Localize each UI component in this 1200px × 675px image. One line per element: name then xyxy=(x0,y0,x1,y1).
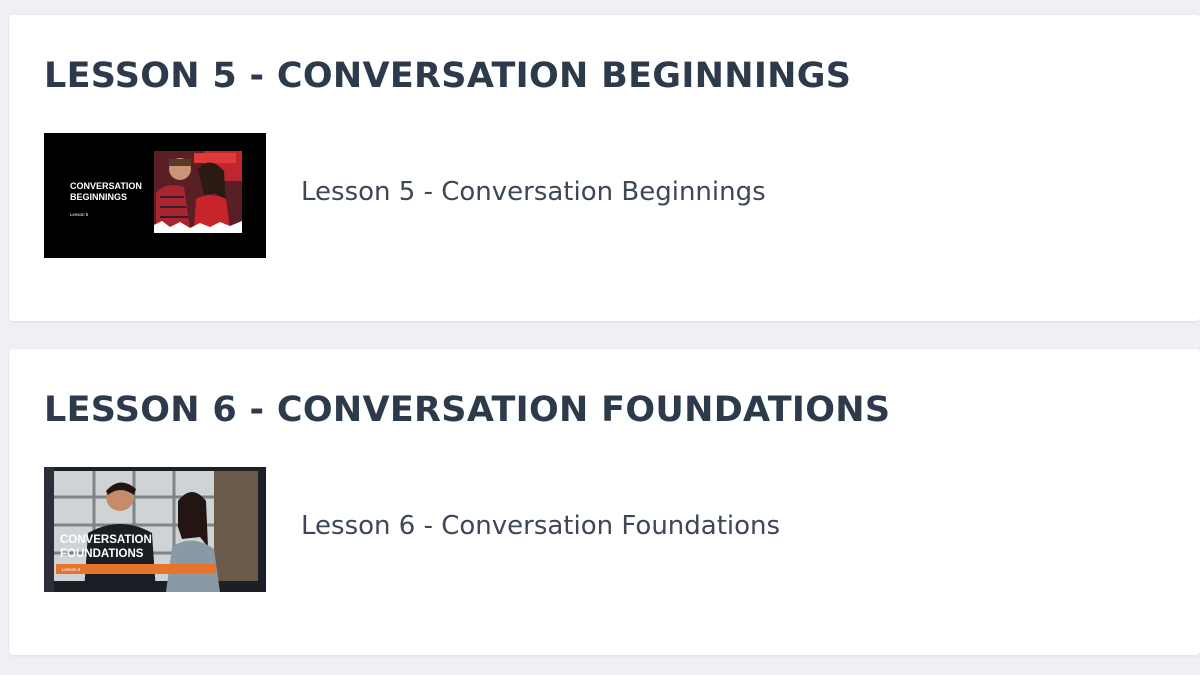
lesson-thumbnail[interactable]: CONVERSATION BEGINNINGS Lesson 5 xyxy=(44,133,266,258)
lesson-thumbnail[interactable]: CONVERSATION FOUNDATIONS Lesson 6 xyxy=(44,467,266,592)
lesson-link[interactable]: Lesson 5 - Conversation Beginnings xyxy=(301,177,766,207)
couple-photo xyxy=(154,151,242,233)
thumb-title-line1: CONVERSATION xyxy=(60,534,152,546)
lesson-6-thumbnail-image: CONVERSATION FOUNDATIONS Lesson 6 xyxy=(44,467,266,592)
thumb-title-line2: BEGINNINGS xyxy=(70,192,127,202)
thumb-title-line2: FOUNDATIONS xyxy=(60,548,144,560)
lesson-5-thumbnail-image: CONVERSATION BEGINNINGS Lesson 5 xyxy=(44,133,266,258)
lesson-heading: LESSON 5 - CONVERSATION BEGINNINGS xyxy=(44,56,852,96)
lesson-link[interactable]: Lesson 6 - Conversation Foundations xyxy=(301,511,780,541)
thumb-title-line1: CONVERSATION xyxy=(70,181,142,191)
thumb-subtitle: Lesson 5 xyxy=(70,212,89,217)
thumb-subtitle: Lesson 6 xyxy=(62,567,81,572)
lessons-page: LESSON 5 - CONVERSATION BEGINNINGS CONVE… xyxy=(0,0,1200,675)
lesson-heading: LESSON 6 - CONVERSATION FOUNDATIONS xyxy=(44,390,891,430)
lesson-card: LESSON 5 - CONVERSATION BEGINNINGS CONVE… xyxy=(9,15,1200,321)
lesson-card: LESSON 6 - CONVERSATION FOUNDATIONS CONV… xyxy=(9,349,1200,655)
